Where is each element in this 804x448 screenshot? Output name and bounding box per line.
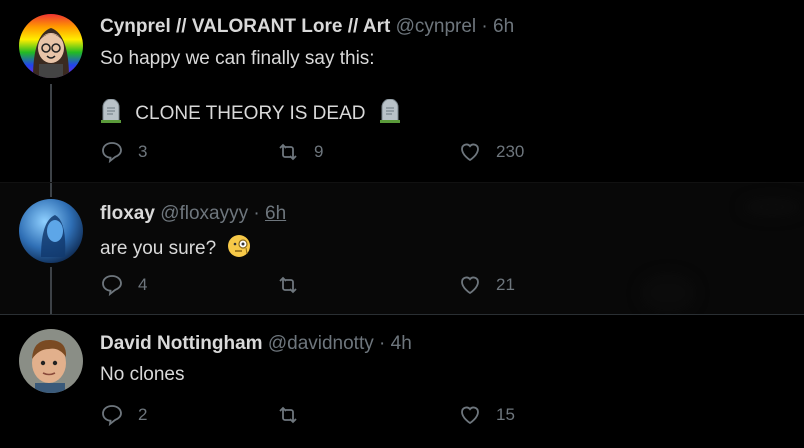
timestamp[interactable]: 6h <box>265 203 286 224</box>
like-button[interactable]: 15 <box>458 402 515 428</box>
tweet-actions: 3 9 230 <box>100 139 620 165</box>
display-name[interactable]: David Nottingham <box>100 333 263 354</box>
tweet-text-line: are you sure? <box>100 234 251 264</box>
retweet-button[interactable] <box>276 402 314 428</box>
separator: · <box>379 333 386 354</box>
like-icon <box>461 276 479 295</box>
tweet-header: David Nottingham @davidnotty · 4h <box>100 333 412 355</box>
tweet-actions: 4 21 <box>100 272 620 298</box>
like-button[interactable]: 230 <box>458 139 524 165</box>
like-count: 21 <box>496 275 515 294</box>
reply-count: 4 <box>138 275 148 294</box>
retweet-icon <box>279 276 297 294</box>
like-count: 15 <box>496 405 515 424</box>
like-count: 230 <box>496 142 525 161</box>
retweet-count: 9 <box>314 142 324 161</box>
tweet-header: Cynprel // VALORANT Lore // Art @cynprel… <box>100 16 514 38</box>
tweet-actions: 2 15 <box>100 402 620 428</box>
reply-icon <box>102 405 122 427</box>
tweet-davidnotty[interactable]: David Nottingham @davidnotty · 4h No clo… <box>0 314 804 448</box>
reply-button[interactable]: 4 <box>100 272 147 298</box>
avatar[interactable] <box>19 199 83 263</box>
retweet-icon <box>279 406 297 424</box>
reply-icon <box>102 275 122 297</box>
timestamp[interactable]: 6h <box>493 16 514 37</box>
reply-count: 2 <box>138 405 148 424</box>
separator: · <box>481 16 488 37</box>
retweet-button[interactable] <box>276 272 314 298</box>
thread-line <box>50 183 52 197</box>
reply-button[interactable]: 3 <box>100 139 147 165</box>
display-name[interactable]: Cynprel // VALORANT Lore // Art <box>100 16 390 37</box>
tweet-cynprel[interactable]: Cynprel // VALORANT Lore // Art @cynprel… <box>0 0 804 182</box>
separator: · <box>253 203 260 224</box>
tweet-text: CLONE THEORY IS DEAD <box>135 103 366 125</box>
timestamp[interactable]: 4h <box>391 333 412 354</box>
tweet-text-line: So happy we can finally say this: <box>100 48 375 69</box>
handle[interactable]: @davidnotty <box>268 333 374 354</box>
reply-icon <box>102 142 122 164</box>
tweet-text: are you sure? <box>100 238 217 260</box>
tweet-floxay[interactable]: floxay @floxayyy · 6h are you sure? 4 21 <box>0 182 804 315</box>
reply-button[interactable]: 2 <box>100 402 147 428</box>
avatar[interactable] <box>19 14 83 78</box>
thread-line <box>50 267 52 315</box>
headstone-emoji <box>100 98 122 129</box>
face-with-monocle-emoji <box>227 234 251 264</box>
tweet-header: floxay @floxayyy · 6h <box>100 203 286 225</box>
retweet-button[interactable]: 9 <box>276 139 323 165</box>
headstone-emoji <box>379 98 401 129</box>
retweet-icon <box>279 143 297 161</box>
reply-count: 3 <box>138 142 148 161</box>
handle[interactable]: @cynprel <box>396 16 477 37</box>
like-button[interactable]: 21 <box>458 272 515 298</box>
like-icon <box>461 143 479 162</box>
tweet-text: No clones <box>100 364 185 385</box>
display-name[interactable]: floxay <box>100 203 155 224</box>
like-icon <box>461 406 479 425</box>
handle[interactable]: @floxayyy <box>160 203 248 224</box>
avatar[interactable] <box>19 329 83 393</box>
thread-line <box>50 84 52 182</box>
tweet-text-line: CLONE THEORY IS DEAD <box>100 98 401 129</box>
